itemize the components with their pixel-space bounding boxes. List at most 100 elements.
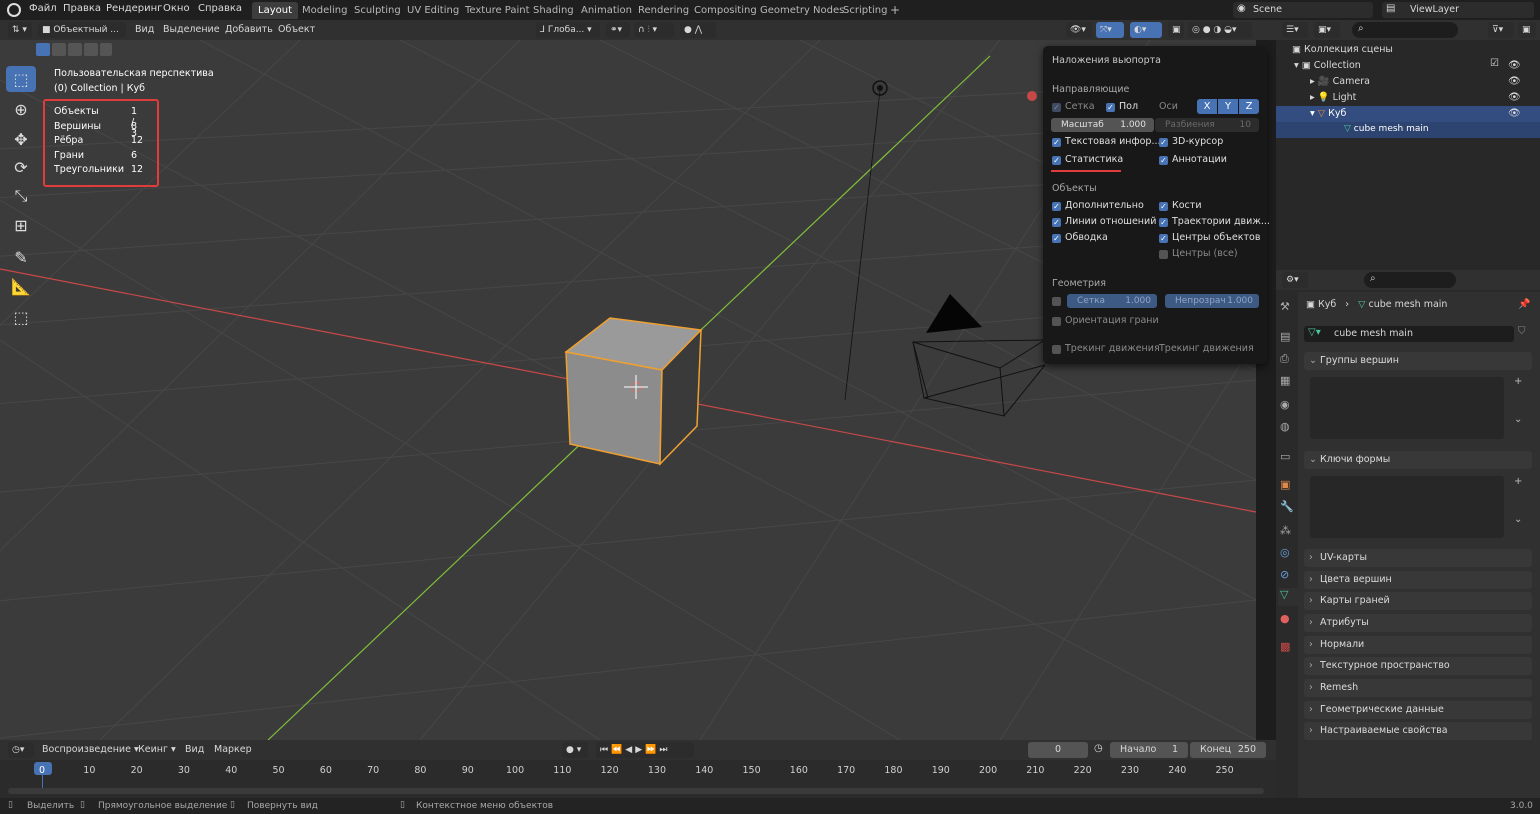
scene-selector[interactable]: ◉ Scene <box>1233 2 1373 18</box>
menu-help[interactable]: Справка <box>198 3 242 14</box>
panel-attributes[interactable]: › Атрибуты <box>1304 614 1532 632</box>
tool-tab-icon[interactable]: ⚒ <box>1280 300 1290 313</box>
tab-sculpting[interactable]: Sculpting <box>348 2 407 19</box>
cursor-icon[interactable]: ⊕ <box>6 96 36 122</box>
tab-uv-editing[interactable]: UV Editing <box>401 2 465 19</box>
menu-add[interactable]: Добавить <box>225 24 273 35</box>
material-tab-icon[interactable]: ● <box>1280 612 1290 625</box>
tab-compositing[interactable]: Compositing <box>688 2 763 19</box>
world-tab-icon[interactable]: ◍ <box>1280 420 1290 433</box>
add-vertex-group-icon[interactable]: + <box>1514 376 1522 387</box>
checkbox-icon[interactable]: ☑ <box>1490 58 1499 69</box>
panel-vertex-groups[interactable]: ⌄ Группы вершин <box>1304 352 1532 370</box>
menu-view[interactable]: Вид <box>135 24 154 35</box>
outliner-item-camera[interactable]: ▸ 🎥 Camera <box>1310 76 1370 87</box>
measure-icon[interactable]: 📐 <box>6 273 36 299</box>
panel-texture-space[interactable]: › Текстурное пространство <box>1304 657 1532 675</box>
select-intersect-icon[interactable] <box>100 43 112 56</box>
outliner-item-collection[interactable]: ▾ ▣ Collection <box>1294 60 1361 71</box>
statistics-checkbox[interactable]: ✓ <box>1052 156 1061 165</box>
wireframe-field[interactable]: Сетка 1.000 <box>1067 294 1157 308</box>
mode-selector[interactable]: ■ Объектный ... <box>38 22 126 38</box>
menu-file[interactable]: Файл <box>29 3 57 14</box>
menu-object[interactable]: Объект <box>278 24 315 35</box>
shape-keys-list[interactable] <box>1310 476 1504 538</box>
rotate-icon[interactable]: ⟳ <box>6 154 36 180</box>
playback-controls-icon[interactable]: ⏮⏪◀▶⏩⏭ <box>596 742 694 758</box>
origins-checkbox[interactable]: ✓ <box>1159 234 1168 243</box>
overlays-toggle-icon[interactable]: ◐▾ <box>1130 22 1162 38</box>
tab-geometry-nodes[interactable]: Geometry Nodes <box>754 2 850 19</box>
pivot-icon[interactable]: ⚭▾ <box>606 22 630 38</box>
outliner-editor-icon[interactable]: ☰▾ <box>1282 22 1308 38</box>
snap-icon[interactable]: ∩ ⫶ ▾ <box>634 22 674 38</box>
gizmo-toggle-icon[interactable]: ⤧▾ <box>1096 22 1124 38</box>
visibility-icon[interactable]: 👁▾ <box>1066 22 1092 38</box>
relations-checkbox[interactable]: ✓ <box>1052 218 1061 227</box>
select-box-icon[interactable]: ⬚ <box>6 66 36 92</box>
start-frame-field[interactable]: Начало 1 <box>1110 742 1188 758</box>
floor-checkbox[interactable]: ✓ <box>1106 103 1115 112</box>
select-mode-buttons[interactable] <box>36 43 112 57</box>
move-icon[interactable]: ✥ <box>6 126 36 152</box>
outliner-search-input[interactable]: ⌕ <box>1352 22 1458 38</box>
panel-uv-maps[interactable]: › UV-карты <box>1304 549 1532 567</box>
panel-remesh[interactable]: › Remesh <box>1304 679 1532 697</box>
blender-logo-icon[interactable] <box>7 3 21 17</box>
mesh-datablock-field[interactable]: ▽▾ cube mesh main <box>1304 326 1514 342</box>
pin-icon[interactable]: 📌 <box>1518 299 1530 310</box>
add-shape-key-icon[interactable]: + <box>1514 476 1522 487</box>
transform-orientation[interactable]: ⅃ Глоба... ▾ <box>536 22 600 38</box>
menu-edit[interactable]: Правка <box>63 3 101 14</box>
tab-texture-paint[interactable]: Texture Paint <box>459 2 536 19</box>
scene-tab-icon[interactable]: ◉ <box>1280 398 1290 411</box>
collection-tab-icon[interactable]: ▭ <box>1280 450 1290 463</box>
menu-render[interactable]: Рендеринг <box>106 3 162 14</box>
timeline-editor-icon[interactable]: ◷▾ <box>8 742 34 758</box>
select-invert-icon[interactable] <box>84 43 98 56</box>
properties-search-input[interactable]: ⌕ <box>1364 272 1456 288</box>
render-tab-icon[interactable]: ▤ <box>1280 330 1290 343</box>
vertex-group-menu-icon[interactable]: ⌄ <box>1514 414 1522 425</box>
new-collection-icon[interactable]: ▣ <box>1518 22 1536 38</box>
filter-icon[interactable]: ⊽▾ <box>1488 22 1514 38</box>
viewlayer-selector[interactable]: ▤ ViewLayer <box>1382 2 1534 18</box>
vertex-groups-list[interactable] <box>1310 377 1504 439</box>
physics-tab-icon[interactable]: ◎ <box>1280 546 1290 559</box>
end-frame-field[interactable]: Конец 250 <box>1190 742 1266 758</box>
face-orientation-checkbox[interactable] <box>1052 317 1061 326</box>
bones-checkbox[interactable]: ✓ <box>1159 202 1168 211</box>
extras-checkbox[interactable]: ✓ <box>1052 202 1061 211</box>
playback-menu[interactable]: Воспроизведение ▾ <box>42 744 139 755</box>
panel-shape-keys[interactable]: ⌄ Ключи формы <box>1304 451 1532 469</box>
marker-menu[interactable]: Маркер <box>214 744 252 755</box>
object-tab-icon[interactable]: ▣ <box>1280 478 1290 491</box>
keying-menu[interactable]: Кеинг ▾ <box>138 744 176 755</box>
shape-key-menu-icon[interactable]: ⌄ <box>1514 514 1522 525</box>
opacity-field[interactable]: Непрозрач 1.000 <box>1165 294 1259 308</box>
add-workspace-button[interactable]: + <box>884 2 906 19</box>
axis-z-toggle[interactable]: Z <box>1239 99 1259 114</box>
shading-modes-icon[interactable]: ◎ ● ◑ ◒▾ <box>1188 22 1252 38</box>
outline-checkbox[interactable]: ✓ <box>1052 234 1061 243</box>
axis-x-toggle[interactable]: X <box>1197 99 1217 114</box>
panel-vertex-colors[interactable]: › Цвета вершин <box>1304 571 1532 589</box>
data-tab-icon[interactable]: ▽ <box>1278 588 1300 606</box>
texture-tab-icon[interactable]: ▩ <box>1280 640 1290 653</box>
xray-icon[interactable]: ▣ <box>1168 22 1184 38</box>
panel-face-maps[interactable]: › Карты граней <box>1304 592 1532 610</box>
fake-user-icon[interactable]: ⛉ <box>1518 326 1526 337</box>
select-extend-icon[interactable] <box>52 43 66 56</box>
axis-y-toggle[interactable]: Y <box>1218 99 1238 114</box>
eye-icons[interactable]: 👁 👁 👁 👁 <box>1508 58 1521 122</box>
outliner-item-mesh[interactable]: ▽ cube mesh main <box>1344 124 1429 134</box>
particles-tab-icon[interactable]: ⁂ <box>1280 524 1291 537</box>
tab-animation[interactable]: Animation <box>575 2 638 19</box>
annotations-checkbox[interactable]: ✓ <box>1159 156 1168 165</box>
panel-geometry-data[interactable]: › Геометрические данные <box>1304 701 1532 719</box>
tab-modeling[interactable]: Modeling <box>296 2 354 19</box>
tab-layout[interactable]: Layout <box>252 2 298 19</box>
panel-normals[interactable]: › Нормали <box>1304 636 1532 654</box>
outliner-item-light[interactable]: ▸ 💡 Light <box>1310 92 1356 103</box>
subdivisions-field[interactable]: Разбиения 10 <box>1155 118 1259 132</box>
